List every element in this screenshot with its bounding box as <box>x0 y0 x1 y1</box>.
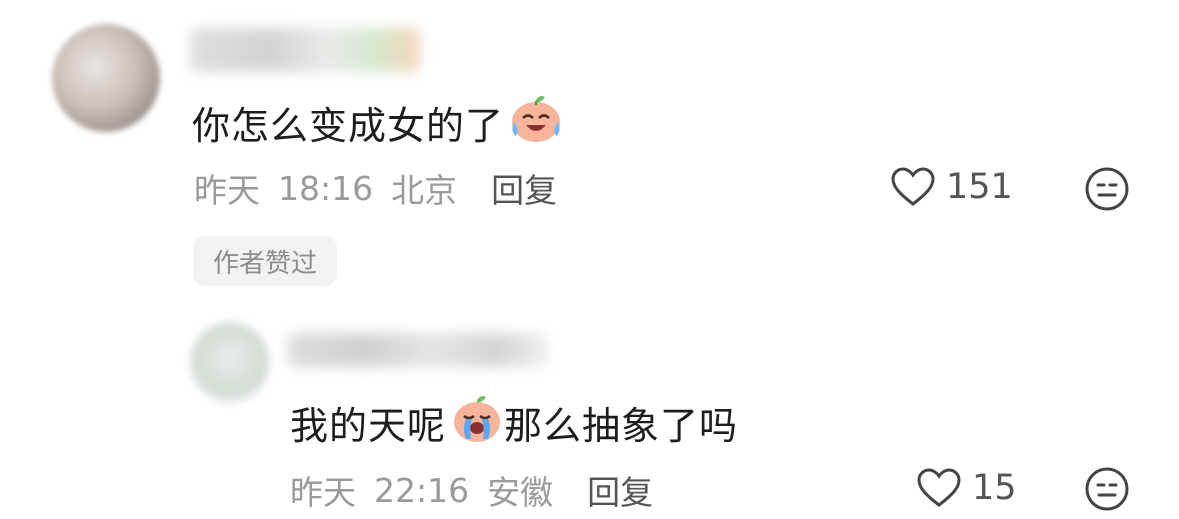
comment-text: 我的天呢 那么抽象了吗 <box>290 392 738 453</box>
reply-button[interactable]: 回复 <box>491 164 557 212</box>
dislike-icon[interactable] <box>1084 166 1130 216</box>
comment-location: 北京 <box>391 171 458 210</box>
avatar[interactable] <box>52 24 160 132</box>
author-liked-badge: 作者赞过 <box>193 236 338 286</box>
like-count: 151 <box>946 167 1013 207</box>
crying-emoji-icon <box>450 392 504 453</box>
comment-date: 昨天 <box>290 473 356 512</box>
laugh-cry-emoji-icon <box>508 92 564 153</box>
like-button[interactable]: 151 <box>890 166 1013 208</box>
comment-time: 18:16 <box>278 168 374 208</box>
comment-text-body: 你怎么变成女的了 <box>192 104 505 148</box>
comment-location: 安徽 <box>487 473 554 512</box>
username[interactable] <box>190 28 420 72</box>
like-count: 15 <box>972 468 1017 508</box>
comment-meta: 昨天 18:16 北京 回复 <box>194 164 557 212</box>
like-button[interactable]: 15 <box>916 467 1017 509</box>
reply-button[interactable]: 回复 <box>587 466 653 514</box>
heart-icon <box>891 167 935 206</box>
comment-text: 你怎么变成女的了 <box>192 92 564 153</box>
comment-date: 昨天 <box>194 171 260 210</box>
avatar[interactable] <box>190 322 270 402</box>
comment-meta: 昨天 22:16 安徽 回复 <box>290 466 653 514</box>
dislike-icon[interactable] <box>1084 466 1130 516</box>
comment-time: 22:16 <box>374 470 470 510</box>
comment-text-body: 我的天呢 <box>290 404 447 448</box>
heart-icon <box>917 468 961 507</box>
username[interactable] <box>288 333 548 367</box>
comment-text-body-continued: 那么抽象了吗 <box>504 404 739 448</box>
